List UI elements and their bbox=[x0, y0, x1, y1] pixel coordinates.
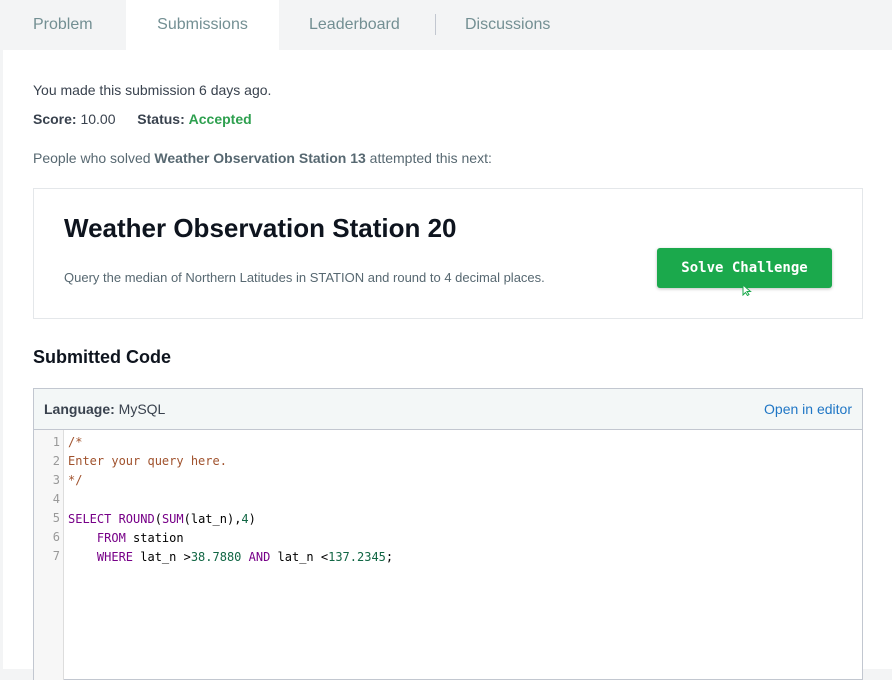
next-prefix: People who solved bbox=[33, 150, 155, 166]
code-viewer: Language: MySQL Open in editor 1 2 3 4 5… bbox=[33, 388, 863, 680]
tab-leaderboard[interactable]: Leaderboard bbox=[309, 0, 400, 50]
code-text: (lat_n), bbox=[183, 512, 242, 526]
score-value: 10.00 bbox=[80, 111, 116, 127]
tab-bar: Problem Submissions Leaderboard Discussi… bbox=[0, 0, 892, 50]
code-text: ) bbox=[248, 512, 256, 526]
code-line-6: FROM station bbox=[68, 529, 184, 548]
code-line-2: Enter your query here. bbox=[68, 452, 227, 471]
code-comment: */ bbox=[68, 473, 83, 487]
code-text: lat_n < bbox=[270, 550, 329, 564]
language-indicator: Language: MySQL bbox=[44, 401, 165, 417]
code-keyword: SELECT ROUND bbox=[68, 512, 155, 526]
tab-discussions-label: Discussions bbox=[465, 16, 551, 33]
line-number: 2 bbox=[52, 454, 60, 468]
line-number-gutter: 1 2 3 4 5 6 7 bbox=[34, 430, 64, 680]
line-number: 5 bbox=[52, 511, 60, 525]
line-number: 4 bbox=[52, 492, 60, 506]
code-comment: Enter your query here. bbox=[68, 454, 227, 468]
submitted-code-heading: Submitted Code bbox=[33, 347, 171, 367]
challenge-description: Query the median of Northern Latitudes i… bbox=[64, 270, 545, 285]
line-number: 7 bbox=[52, 549, 60, 563]
code-keyword: WHERE bbox=[96, 550, 134, 564]
code-text: lat_n > bbox=[133, 550, 191, 564]
status-badge: Accepted bbox=[188, 111, 252, 127]
score-label: Score: bbox=[33, 111, 77, 127]
challenge-title[interactable]: Weather Observation Station 20 bbox=[64, 213, 457, 244]
tab-submissions[interactable]: Submissions bbox=[126, 0, 279, 50]
code-number: 137.2345 bbox=[328, 550, 386, 564]
code-keyword: SUM bbox=[161, 512, 184, 526]
submission-age-text: You made this submission 6 days ago. bbox=[33, 82, 272, 98]
code-header: Language: MySQL Open in editor bbox=[34, 389, 862, 430]
solve-challenge-button[interactable]: Solve Challenge bbox=[657, 248, 832, 288]
tab-problem-label: Problem bbox=[33, 16, 93, 33]
code-text: ; bbox=[385, 550, 394, 564]
tab-leaderboard-label: Leaderboard bbox=[309, 16, 400, 33]
status-label: Status: bbox=[137, 111, 185, 127]
tab-submissions-label: Submissions bbox=[157, 16, 248, 33]
code-line-5: SELECT ROUND(SUM(lat_n),4) bbox=[68, 510, 256, 529]
code-number: 4 bbox=[241, 512, 249, 526]
code-keyword: AND bbox=[241, 550, 271, 564]
tab-problem[interactable]: Problem bbox=[0, 0, 126, 50]
line-number: 3 bbox=[52, 473, 60, 487]
score-row: Score: 10.00 Status: Accepted bbox=[33, 111, 252, 127]
tab-divider bbox=[435, 14, 436, 35]
line-number: 1 bbox=[52, 435, 60, 449]
open-in-editor-link[interactable]: Open in editor bbox=[764, 401, 852, 417]
code-line-3: */ bbox=[68, 471, 82, 490]
code-number: 38.7880 bbox=[190, 550, 242, 564]
code-text: station bbox=[125, 531, 184, 545]
code-keyword: FROM bbox=[96, 531, 126, 545]
code-text: ( bbox=[154, 512, 162, 526]
challenge-card: Weather Observation Station 20 Query the… bbox=[33, 188, 863, 319]
next-suffix: attempted this next: bbox=[365, 150, 492, 166]
code-line-1: /* bbox=[68, 433, 82, 452]
line-number: 6 bbox=[52, 530, 60, 544]
language-value: MySQL bbox=[118, 401, 166, 417]
code-comment: /* bbox=[68, 435, 83, 449]
mouse-pointer-icon bbox=[742, 284, 752, 296]
code-line-7: WHERE lat_n >38.7880 AND lat_n <137.2345… bbox=[68, 548, 393, 567]
solved-challenge-name: Weather Observation Station 13 bbox=[154, 150, 366, 166]
next-challenge-text: People who solved Weather Observation St… bbox=[33, 150, 492, 166]
tab-discussions[interactable]: Discussions bbox=[465, 0, 550, 50]
language-label: Language: bbox=[44, 401, 115, 417]
